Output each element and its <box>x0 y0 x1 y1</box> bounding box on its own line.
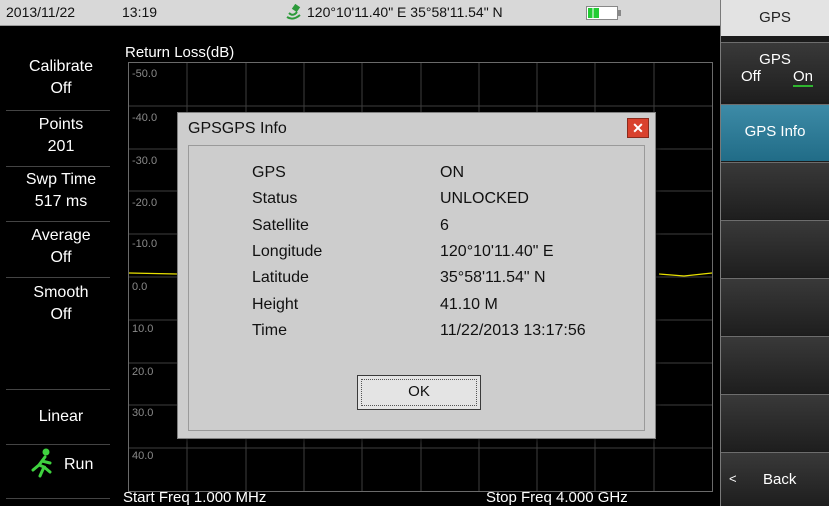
y-tick-label: -50.0 <box>132 68 158 80</box>
average-value: Off <box>50 249 72 266</box>
divider <box>6 166 110 167</box>
dialog-title: GPSGPS Info <box>188 120 287 137</box>
satellite-icon <box>286 3 301 20</box>
empty-softkey-5[interactable] <box>721 394 829 451</box>
divider <box>6 277 110 278</box>
y-tick-label: 0.0 <box>132 281 148 293</box>
empty-softkey-2[interactable] <box>721 220 829 277</box>
calibrate-value: Off <box>50 80 72 97</box>
start-freq-label: Start Freq 1.000 MHz <box>123 489 267 506</box>
gps-info-row-label: Longitude <box>252 243 323 260</box>
smooth-label: Smooth <box>33 284 89 301</box>
gps-toggle-button[interactable]: GPS Off On <box>721 42 829 102</box>
gps-info-row-label: GPS <box>252 164 286 181</box>
battery-icon <box>586 6 621 20</box>
gps-info-button[interactable]: GPS Info <box>721 104 829 161</box>
stop-freq-label: Stop Freq 4.000 GHz <box>486 489 628 506</box>
divider <box>6 389 110 390</box>
average-setting[interactable]: Average Off <box>0 225 122 269</box>
empty-softkey-1[interactable] <box>721 162 829 219</box>
left-panel: Calibrate Off Points 201 Swp Time 517 ms… <box>0 26 122 506</box>
ok-button[interactable]: OK <box>357 375 481 410</box>
average-label: Average <box>31 227 91 244</box>
gps-menu-header: GPS <box>721 0 829 36</box>
gps-info-row-value: UNLOCKED <box>440 190 529 207</box>
y-tick-label: -40.0 <box>132 112 158 124</box>
y-tick-label: 10.0 <box>132 323 154 335</box>
linear-button[interactable]: Linear <box>0 406 122 428</box>
right-panel: GPS GPS Off On GPS Info < Back <box>720 0 829 506</box>
close-icon[interactable]: ✕ <box>627 118 649 138</box>
gps-info-row-value: 120°10'11.40" E <box>440 243 554 260</box>
divider <box>6 498 110 499</box>
calibrate-setting[interactable]: Calibrate Off <box>0 56 122 100</box>
y-tick-label: 20.0 <box>132 366 154 378</box>
swp-time-setting[interactable]: Swp Time 517 ms <box>0 169 122 213</box>
points-setting[interactable]: Points 201 <box>0 114 122 158</box>
gps-info-row-value: 41.10 M <box>440 296 498 313</box>
swp-time-value: 517 ms <box>34 193 88 210</box>
graph-title: Return Loss(dB) <box>125 44 235 61</box>
empty-softkey-3[interactable] <box>721 278 829 335</box>
y-tick-label: -30.0 <box>132 155 158 167</box>
back-button[interactable]: < Back <box>721 452 829 506</box>
gps-toggle-label: GPS <box>759 51 791 68</box>
swp-time-label: Swp Time <box>25 171 97 188</box>
gps-info-row-label: Height <box>252 296 299 313</box>
y-tick-label: -10.0 <box>132 238 158 250</box>
y-tick-label: 30.0 <box>132 407 154 419</box>
y-tick-label: -20.0 <box>132 197 158 209</box>
y-tick-label: 40.0 <box>132 450 154 462</box>
divider <box>6 221 110 222</box>
gps-info-row-value: 35°58'11.54" N <box>440 269 546 286</box>
gps-info-row-value: 11/22/2013 13:17:56 <box>440 322 586 339</box>
smooth-setting[interactable]: Smooth Off <box>0 282 122 326</box>
points-value: 201 <box>47 138 75 155</box>
back-label: Back <box>763 471 797 488</box>
gps-off-option: Off <box>741 68 761 85</box>
run-label: Run <box>64 456 94 473</box>
divider <box>6 110 110 111</box>
points-label: Points <box>38 116 84 133</box>
calibrate-label: Calibrate <box>28 58 94 75</box>
gps-on-option: On <box>793 68 814 87</box>
running-man-icon <box>31 448 52 478</box>
gps-info-row-label: Status <box>252 190 298 207</box>
gps-info-row-label: Latitude <box>252 269 309 286</box>
divider <box>6 444 110 445</box>
smooth-value: Off <box>50 306 72 323</box>
gps-info-row-value: ON <box>440 164 464 181</box>
status-gps-coords: 120°10'11.40" E 35°58'11.54" N <box>307 4 503 20</box>
status-time: 13:19 <box>122 4 158 20</box>
back-arrow-icon: < <box>729 471 737 486</box>
gps-info-row-value: 6 <box>440 217 449 234</box>
gps-info-row-label: Satellite <box>252 217 309 234</box>
status-date: 2013/11/22 <box>6 4 76 20</box>
gps-info-label: GPS Info <box>744 123 806 140</box>
gps-info-row-label: Time <box>252 322 287 339</box>
empty-softkey-4[interactable] <box>721 336 829 393</box>
status-bar: 2013/11/22 13:19 120°10'11.40" E 35°58'1… <box>0 0 720 26</box>
